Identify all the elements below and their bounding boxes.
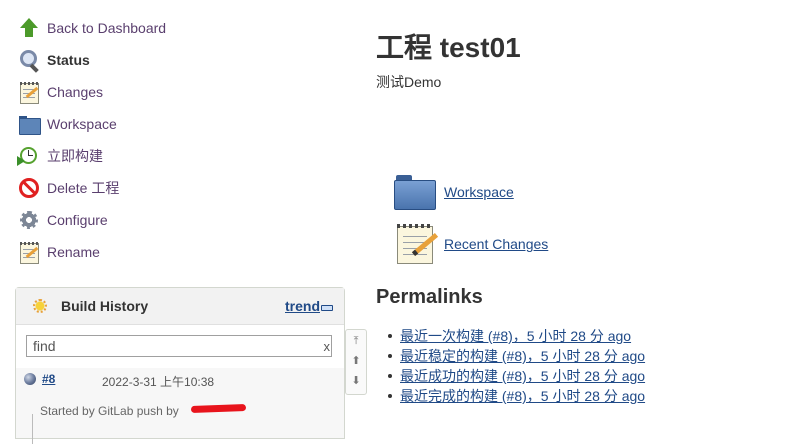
build-history-title: Build History bbox=[61, 298, 149, 314]
task-configure[interactable]: Configure bbox=[17, 208, 108, 232]
permalink-last-successful[interactable]: 最近成功的构建 (#8)，5 小时 28 分 ago bbox=[400, 368, 645, 384]
build-status-ball-icon[interactable] bbox=[24, 373, 36, 385]
bullet bbox=[388, 334, 392, 338]
build-started-by: Started by GitLab push by bbox=[40, 404, 179, 418]
sun-icon bbox=[16, 288, 56, 324]
arrow-up-icon bbox=[17, 16, 41, 40]
task-label: Status bbox=[47, 52, 90, 68]
build-date: 2022-3-31 上午10:38 bbox=[102, 375, 215, 389]
permalink-last-stable[interactable]: 最近稳定的构建 (#8)，5 小时 28 分 ago bbox=[400, 348, 645, 364]
trend-icon[interactable] bbox=[321, 305, 333, 311]
build-search-input[interactable]: find bbox=[26, 335, 332, 357]
clear-search-button[interactable]: x bbox=[324, 339, 331, 354]
list-item: 最近成功的构建 (#8)，5 小时 28 分 ago bbox=[388, 366, 645, 386]
build-row-divider bbox=[32, 414, 33, 444]
notepad-icon bbox=[17, 80, 41, 104]
task-label: Back to Dashboard bbox=[47, 20, 167, 36]
task-label: Delete 工程 bbox=[47, 180, 120, 196]
permalink-last-build[interactable]: 最近一次构建 (#8)，5 小时 28 分 ago bbox=[400, 328, 631, 344]
workspace-link[interactable]: Workspace bbox=[444, 184, 514, 200]
main-link-recent-changes[interactable]: Recent Changes bbox=[394, 222, 548, 266]
gear-icon bbox=[17, 208, 41, 232]
build-history-widget: Build History trend find x #8 2022-3-31 … bbox=[15, 287, 345, 444]
notepad-icon bbox=[394, 222, 439, 266]
list-item: 最近完成的构建 (#8)，5 小时 28 分 ago bbox=[388, 386, 645, 406]
page-title: 工程 test01 bbox=[376, 32, 521, 63]
redaction-mark bbox=[190, 404, 247, 413]
recent-changes-link[interactable]: Recent Changes bbox=[444, 236, 548, 252]
magnifier-icon bbox=[17, 48, 41, 73]
task-back-to-dashboard[interactable]: Back to Dashboard bbox=[17, 16, 166, 40]
no-entry-icon bbox=[17, 176, 41, 200]
bullet bbox=[388, 374, 392, 378]
build-history-header: Build History trend bbox=[16, 288, 344, 325]
side-panel: Back to Dashboard Status Changes Workspa… bbox=[0, 0, 367, 444]
task-delete-project[interactable]: Delete 工程 bbox=[17, 176, 119, 200]
bullet bbox=[388, 394, 392, 398]
permalink-last-completed[interactable]: 最近完成的构建 (#8)，5 小时 28 分 ago bbox=[400, 388, 645, 404]
task-label: Rename bbox=[47, 244, 100, 260]
task-build-now[interactable]: 立即构建 bbox=[17, 144, 103, 168]
list-item: 最近稳定的构建 (#8)，5 小时 28 分 ago bbox=[388, 346, 645, 366]
list-item: 最近一次构建 (#8)，5 小时 28 分 ago bbox=[388, 326, 645, 346]
task-status[interactable]: Status bbox=[17, 48, 90, 73]
job-description: 测试Demo bbox=[376, 74, 442, 90]
trend-link[interactable]: trend bbox=[285, 298, 320, 314]
permalinks-list: 最近一次构建 (#8)，5 小时 28 分 ago 最近稳定的构建 (#8)，5… bbox=[388, 326, 645, 406]
permalinks-heading: Permalinks bbox=[376, 286, 483, 308]
task-label: 立即构建 bbox=[47, 148, 103, 164]
task-workspace[interactable]: Workspace bbox=[17, 112, 117, 136]
build-row: #8 2022-3-31 上午10:38 Started by GitLab p… bbox=[16, 368, 344, 444]
task-label: Changes bbox=[47, 84, 104, 100]
folder-icon bbox=[394, 170, 438, 214]
main-link-workspace[interactable]: Workspace bbox=[394, 170, 514, 214]
folder-icon bbox=[17, 112, 41, 136]
notepad-icon bbox=[17, 240, 41, 264]
task-label: Configure bbox=[47, 212, 108, 228]
build-number-link[interactable]: #8 bbox=[42, 372, 55, 386]
task-rename[interactable]: Rename bbox=[17, 240, 100, 264]
task-label: Workspace bbox=[47, 116, 117, 132]
clock-play-icon bbox=[17, 144, 41, 168]
task-changes[interactable]: Changes bbox=[17, 80, 103, 104]
main-panel: 工程 test01 测试Demo Workspace Recent Change… bbox=[360, 0, 802, 427]
bullet bbox=[388, 354, 392, 358]
